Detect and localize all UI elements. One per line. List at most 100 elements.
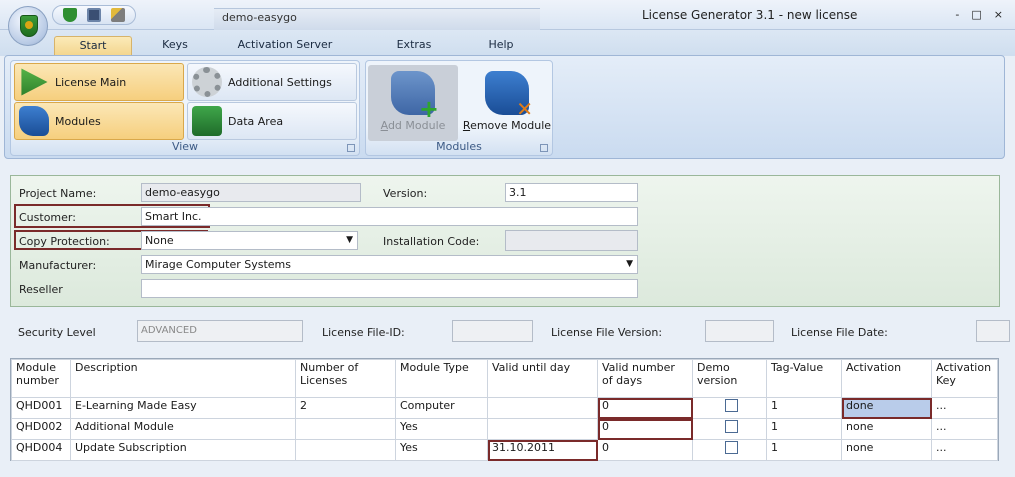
col-activation[interactable]: Activation — [841, 359, 932, 398]
activation-cell[interactable]: none — [841, 418, 932, 440]
installation-code-label: Installation Code: — [383, 235, 480, 248]
add-module-button[interactable]: Add Module — [368, 65, 458, 141]
tab-start[interactable]: Start — [54, 36, 132, 56]
minimize-button[interactable]: - — [955, 8, 959, 21]
module-number-cell[interactable]: QHD002 — [11, 418, 71, 440]
demo-version-cell — [692, 439, 767, 461]
col-activation-key[interactable]: Activation Key — [931, 359, 998, 398]
number-of-licenses-cell[interactable] — [295, 439, 396, 461]
valid-number-of-days-cell[interactable]: 0 — [597, 439, 693, 461]
module-type-cell[interactable]: Yes — [395, 439, 488, 461]
activation-key-cell[interactable]: ... — [931, 418, 998, 440]
tag-value-cell[interactable]: 1 — [766, 397, 842, 419]
tab-activation-server[interactable]: Activation Server — [230, 36, 340, 56]
installation-code-field[interactable] — [505, 230, 638, 251]
project-name-field[interactable]: demo-easygo — [141, 183, 361, 202]
col-number-of-licenses[interactable]: Number of Licenses — [295, 359, 396, 398]
module-number-cell[interactable]: QHD001 — [11, 397, 71, 419]
customer-field[interactable]: Smart Inc. — [141, 207, 638, 226]
data-area-button[interactable]: Data Area — [187, 102, 357, 140]
version-field[interactable]: 3.1 — [505, 183, 638, 202]
customer-label: Customer: — [19, 211, 76, 224]
quick-access-toolbar — [52, 5, 136, 25]
col-valid-until-day[interactable]: Valid until day — [487, 359, 598, 398]
tab-extras[interactable]: Extras — [384, 36, 444, 56]
col-demo-version[interactable]: Demo version — [692, 359, 767, 398]
security-level-field[interactable]: ADVANCED — [137, 320, 303, 342]
copy-protection-select[interactable]: None — [141, 231, 358, 250]
activation-key-cell[interactable]: ... — [931, 439, 998, 461]
puzzle-icon — [19, 106, 49, 136]
manufacturer-select[interactable]: Mirage Computer Systems — [141, 255, 638, 274]
play-icon — [21, 68, 48, 96]
modules-group-label: Modules — [436, 140, 482, 153]
valid-until-day-cell[interactable] — [487, 397, 598, 419]
col-description[interactable]: Description — [70, 359, 296, 398]
view-group-label: View — [171, 140, 199, 153]
col-tag-value[interactable]: Tag-Value — [766, 359, 842, 398]
license-main-label: License Main — [55, 75, 127, 89]
ribbon-tab-row: Start Keys Activation Server Extras Help — [0, 30, 1015, 56]
version-label: Version: — [383, 187, 428, 200]
col-module-number[interactable]: Module number — [11, 359, 71, 398]
license-file-id-label: License File-ID: — [322, 326, 405, 339]
license-form-panel: Project Name: demo-easygo Version: 3.1 C… — [10, 175, 1000, 307]
col-valid-number-of-days[interactable]: Valid number of days — [597, 359, 693, 398]
activation-cell[interactable]: done — [841, 397, 932, 419]
remove-module-label: Remove Module — [462, 119, 552, 132]
modules-label: Modules — [55, 114, 101, 128]
tab-help[interactable]: Help — [476, 36, 526, 56]
demo-version-checkbox[interactable] — [725, 441, 738, 454]
manufacturer-label: Manufacturer: — [19, 259, 97, 272]
module-type-cell[interactable]: Computer — [395, 397, 488, 419]
description-cell[interactable]: Update Subscription — [70, 439, 296, 461]
tag-value-cell[interactable]: 1 — [766, 439, 842, 461]
modules-button[interactable]: Modules — [14, 102, 184, 140]
activation-cell[interactable]: none — [841, 439, 932, 461]
table-row[interactable]: QHD004 Update Subscription Yes 31.10.201… — [11, 439, 998, 461]
modules-group-launcher-icon[interactable] — [540, 144, 548, 152]
add-puzzle-icon — [391, 71, 439, 123]
reseller-field[interactable] — [141, 279, 638, 298]
shield-icon[interactable] — [63, 8, 77, 22]
copy-protection-label: Copy Protection: — [19, 235, 110, 248]
description-cell[interactable]: Additional Module — [70, 418, 296, 440]
tab-keys[interactable]: Keys — [150, 36, 200, 56]
license-file-version-field[interactable] — [705, 320, 774, 342]
view-group-launcher-icon[interactable] — [347, 144, 355, 152]
valid-number-of-days-cell[interactable]: 0 — [597, 397, 693, 419]
table-row[interactable]: QHD002 Additional Module Yes 0 1 none ..… — [11, 418, 998, 440]
modules-table: Module number Description Number of Lice… — [11, 359, 998, 461]
additional-settings-label: Additional Settings — [228, 75, 332, 89]
license-file-id-field[interactable] — [452, 320, 533, 342]
additional-settings-button[interactable]: Additional Settings — [187, 63, 357, 101]
security-level-label: Security Level — [18, 326, 96, 339]
license-file-date-field[interactable] — [976, 320, 1010, 342]
save-icon[interactable] — [87, 8, 101, 22]
data-cube-icon — [192, 106, 222, 136]
valid-number-of-days-cell[interactable]: 0 — [597, 418, 693, 440]
table-row[interactable]: QHD001 E-Learning Made Easy 2 Computer 0… — [11, 397, 998, 419]
module-type-cell[interactable]: Yes — [395, 418, 488, 440]
window-controls: - □ × — [955, 8, 1003, 21]
demo-version-checkbox[interactable] — [725, 399, 738, 412]
maximize-button[interactable]: □ — [971, 8, 981, 21]
valid-until-day-cell[interactable] — [487, 418, 598, 440]
module-number-cell[interactable]: QHD004 — [11, 439, 71, 461]
ribbon-group-modules: Add Module Remove Module Modules — [365, 60, 553, 156]
col-module-type[interactable]: Module Type — [395, 359, 488, 398]
shield-logo-icon — [20, 15, 38, 37]
license-main-button[interactable]: License Main — [14, 63, 184, 101]
data-area-label: Data Area — [228, 114, 284, 128]
number-of-licenses-cell[interactable]: 2 — [295, 397, 396, 419]
number-of-licenses-cell[interactable] — [295, 418, 396, 440]
application-menu-button[interactable] — [8, 6, 48, 46]
remove-module-button[interactable]: Remove Module — [462, 65, 552, 141]
valid-until-day-cell[interactable]: 31.10.2011 — [487, 439, 598, 461]
tag-value-cell[interactable]: 1 — [766, 418, 842, 440]
activation-key-cell[interactable]: ... — [931, 397, 998, 419]
close-button[interactable]: × — [994, 8, 1003, 21]
wand-icon[interactable] — [111, 8, 125, 22]
demo-version-checkbox[interactable] — [725, 420, 738, 433]
description-cell[interactable]: E-Learning Made Easy — [70, 397, 296, 419]
